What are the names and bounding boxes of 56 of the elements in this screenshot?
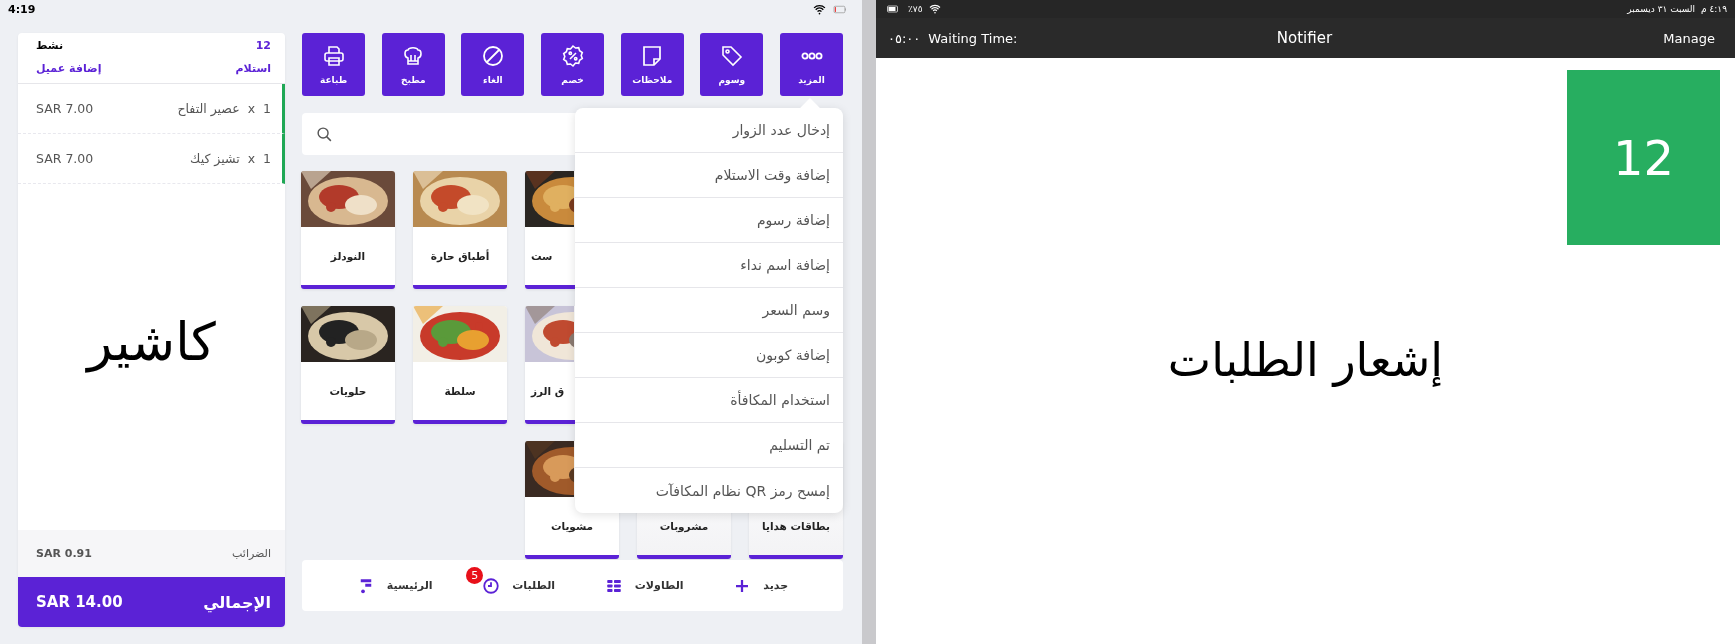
item-name: عصير التفاح <box>177 101 240 116</box>
item-price: SAR 7.00 <box>36 101 94 116</box>
menu-item[interactable]: إضافة وقت الاستلام <box>575 153 843 198</box>
battery-percent: ٧٥٪ <box>908 4 923 14</box>
wifi-icon <box>813 2 826 16</box>
clock-time: ٤:١٩ م <box>1701 4 1727 14</box>
percent-badge-icon <box>560 44 585 68</box>
menu-item[interactable]: إضافة رسوم <box>575 198 843 243</box>
toolbar-button[interactable]: المزيد <box>780 33 843 96</box>
clock-time: 4:19 <box>8 2 36 16</box>
nav-item[interactable]: جديد <box>729 572 793 599</box>
toolbar-button[interactable]: خصم <box>541 33 605 96</box>
add-customer-link[interactable]: إضافة عميل <box>36 62 102 75</box>
order-type-link[interactable]: استلام <box>235 62 271 75</box>
manage-button[interactable]: Manage <box>1657 29 1721 47</box>
item-name: تشيز كيك <box>190 151 240 166</box>
toolbar-button[interactable]: الغاء <box>461 33 525 96</box>
order-number-tile: 12 <box>1567 70 1720 245</box>
order-status: نشط <box>36 39 64 52</box>
wifi-icon <box>928 3 941 15</box>
nav-item[interactable]: الطاولات <box>600 572 688 599</box>
screen-title: Notifier <box>1276 29 1333 47</box>
menu-item[interactable]: إدخال عدد الزوار <box>575 108 843 153</box>
printer-icon <box>321 44 346 68</box>
order-number: 12 <box>255 39 271 52</box>
tag-icon <box>719 44 744 68</box>
item-quantity: 1 <box>263 101 271 116</box>
category-card[interactable]: حلويات <box>301 306 395 424</box>
toolbar-button[interactable]: طباعة <box>302 33 366 96</box>
menu-item[interactable]: إضافة اسم نداء <box>575 243 843 288</box>
menu-item[interactable]: تم التسليم <box>575 423 843 468</box>
category-card[interactable]: أطباق حارة <box>413 171 507 289</box>
date-text: السبت ٣١ ديسمبر <box>1627 4 1695 14</box>
category-card[interactable]: سلطة <box>413 306 507 424</box>
clock-icon <box>482 576 501 595</box>
waiting-time-value: ٠٥:٠٠ <box>888 30 921 46</box>
caption: إشعار الطلبات <box>1167 333 1444 387</box>
menu-item[interactable]: إضافة كوبون <box>575 333 843 378</box>
tax-label: الضرائب <box>232 547 271 560</box>
toolbar-button[interactable]: ملاحظات <box>620 33 684 96</box>
count-badge: 5 <box>466 566 484 584</box>
menu-item[interactable]: وسم السعر <box>575 288 843 333</box>
cancel-icon <box>480 44 505 68</box>
multiply-sign: x <box>247 101 256 116</box>
toolbar-button[interactable]: وسوم <box>700 33 764 96</box>
item-price: SAR 7.00 <box>36 151 94 166</box>
multiply-sign: x <box>247 151 256 166</box>
item-quantity: 1 <box>263 151 271 166</box>
search-icon <box>316 125 333 143</box>
tax-amount: SAR 0.91 <box>36 547 92 560</box>
category-card[interactable]: النودلز <box>301 171 395 289</box>
waiting-time-label: Waiting Time: <box>928 30 1018 46</box>
menu-item[interactable]: استخدام المكافأة <box>575 378 843 423</box>
nav-item[interactable]: الرئيسية <box>352 572 437 599</box>
toolbar-button[interactable]: مطبخ <box>381 33 445 96</box>
caption: كاشير <box>87 312 216 372</box>
